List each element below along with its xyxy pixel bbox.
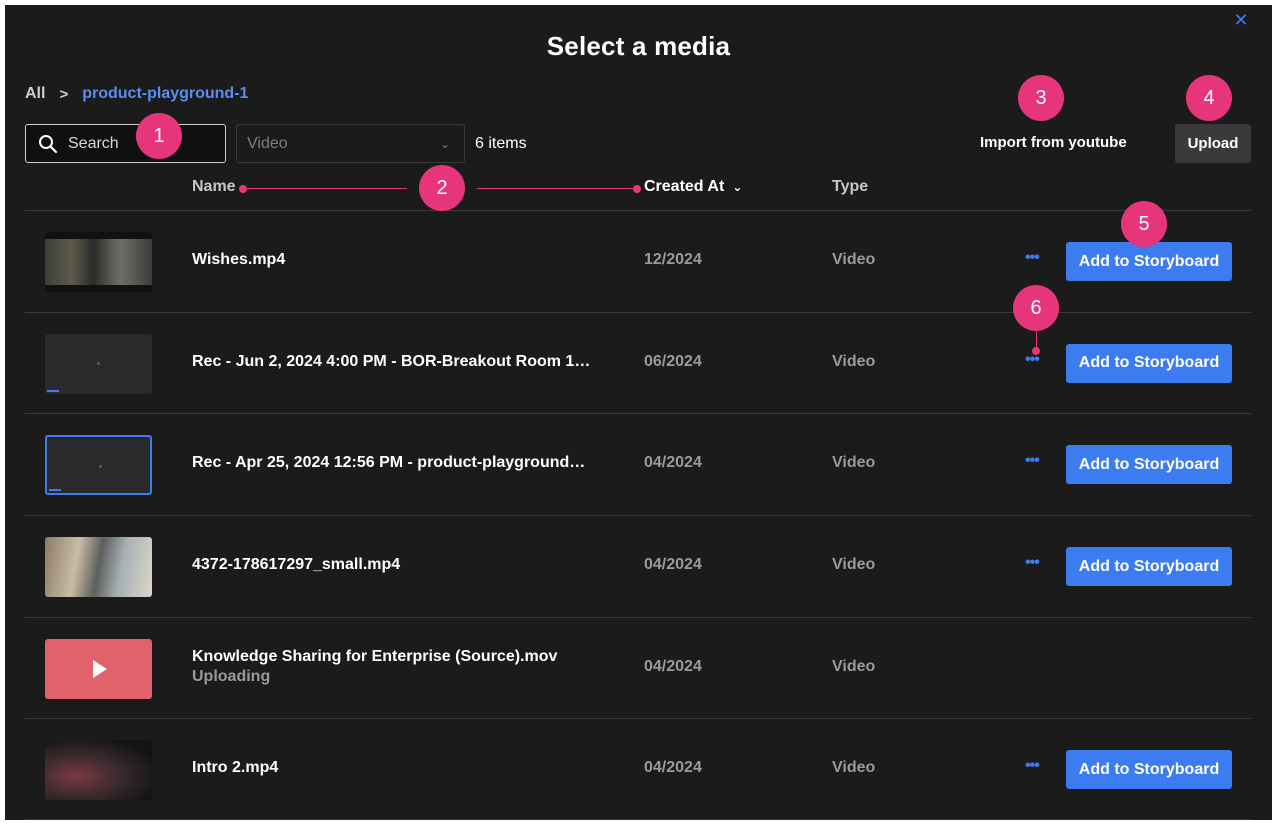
dialog-title: Select a media [546, 31, 731, 61]
table-row[interactable]: 4372-178617297_small.mp4 04/2024 Video •… [25, 515, 1251, 617]
breadcrumb-all[interactable]: All [25, 85, 45, 103]
import-from-youtube-button[interactable]: Import from youtube [980, 134, 1127, 151]
add-to-storyboard-button[interactable]: Add to Storyboard [1066, 242, 1232, 281]
table-row[interactable]: Intro 2.mp4 04/2024 Video ••• Add to Sto… [25, 718, 1251, 820]
media-type-select[interactable]: Video ⌄ [236, 124, 465, 163]
media-date: 12/2024 [644, 251, 702, 268]
table-row[interactable]: Knowledge Sharing for Enterprise (Source… [25, 616, 1251, 719]
add-to-storyboard-button[interactable]: Add to Storyboard [1066, 750, 1232, 790]
chevron-right-icon: > [59, 85, 69, 103]
media-thumbnail [45, 740, 152, 801]
annotation-dot [633, 185, 641, 193]
media-type: Video [832, 657, 876, 675]
add-to-storyboard-button[interactable]: Add to Storyboard [1066, 343, 1232, 383]
media-name: Rec - Jun 2, 2024 4:00 PM - BOR-Breakout… [192, 352, 591, 370]
table-row[interactable]: Wishes.mp4 12/2024 Video ••• Add to Stor… [25, 210, 1251, 312]
close-icon[interactable]: ✕ [1232, 11, 1250, 29]
upload-status: Uploading [192, 667, 271, 685]
more-options-icon[interactable]: ••• [1025, 757, 1040, 775]
annotation-2: 2 [419, 165, 465, 211]
search-icon [39, 134, 58, 153]
media-name: Rec - Apr 25, 2024 12:56 PM - product-pl… [192, 454, 586, 472]
media-type-value: Video [247, 134, 288, 152]
media-table: Wishes.mp4 12/2024 Video ••• Add to Stor… [25, 210, 1251, 820]
annotation-1: 1 [136, 113, 182, 159]
upload-button[interactable]: Upload [1175, 124, 1251, 163]
media-date: 04/2024 [644, 556, 702, 574]
items-count: 6 items [475, 135, 527, 152]
more-options-icon[interactable]: ••• [1025, 452, 1040, 470]
column-name[interactable]: Name [192, 178, 236, 196]
table-row[interactable]: Rec - Jun 2, 2024 4:00 PM - BOR-Breakout… [25, 311, 1251, 414]
column-type[interactable]: Type [832, 178, 868, 196]
media-thumbnail [45, 435, 152, 496]
annotation-6: 6 [1013, 285, 1059, 331]
media-thumbnail [45, 232, 152, 292]
annotation-line [477, 188, 637, 189]
search-box[interactable] [25, 124, 226, 163]
annotation-4: 4 [1186, 75, 1232, 121]
more-options-icon[interactable]: ••• [1025, 249, 1040, 267]
media-name: Intro 2.mp4 [192, 759, 279, 777]
add-to-storyboard-button[interactable]: Add to Storyboard [1066, 445, 1232, 485]
more-options-icon[interactable]: ••• [1025, 554, 1040, 572]
annotation-line [243, 188, 407, 189]
play-icon [93, 659, 107, 678]
media-date: 04/2024 [644, 454, 702, 472]
media-name: Wishes.mp4 [192, 251, 286, 268]
media-date: 04/2024 [644, 759, 702, 777]
chevron-down-icon: ⌄ [732, 180, 743, 194]
media-name: Knowledge Sharing for Enterprise (Source… [192, 648, 557, 686]
select-media-dialog: ✕ Select a media All > product-playgroun… [5, 5, 1272, 820]
table-header: Name Created At ⌄ Type [5, 178, 1272, 208]
media-date: 06/2024 [644, 352, 702, 370]
media-type: Video [832, 556, 876, 574]
breadcrumb: All > product-playground-1 [25, 85, 248, 103]
media-type: Video [832, 251, 876, 268]
annotation-dot [1032, 347, 1040, 355]
media-name-text: Knowledge Sharing for Enterprise (Source… [192, 647, 558, 665]
media-date: 04/2024 [644, 657, 702, 675]
add-to-storyboard-button[interactable]: Add to Storyboard [1066, 547, 1232, 587]
media-thumbnail [45, 537, 152, 598]
media-thumbnail [45, 638, 152, 699]
media-name: 4372-178617297_small.mp4 [192, 556, 401, 574]
breadcrumb-current[interactable]: product-playground-1 [82, 85, 248, 103]
annotation-dot [239, 185, 247, 193]
annotation-3: 3 [1018, 75, 1064, 121]
column-created-at[interactable]: Created At ⌄ [644, 178, 742, 196]
chevron-down-icon: ⌄ [439, 136, 450, 151]
media-type: Video [832, 352, 876, 370]
annotation-5: 5 [1121, 201, 1167, 247]
table-row[interactable]: Rec - Apr 25, 2024 12:56 PM - product-pl… [25, 413, 1251, 515]
media-type: Video [832, 454, 876, 472]
media-type: Video [832, 759, 876, 777]
column-created-label: Created At [644, 178, 725, 195]
media-thumbnail [45, 333, 152, 394]
